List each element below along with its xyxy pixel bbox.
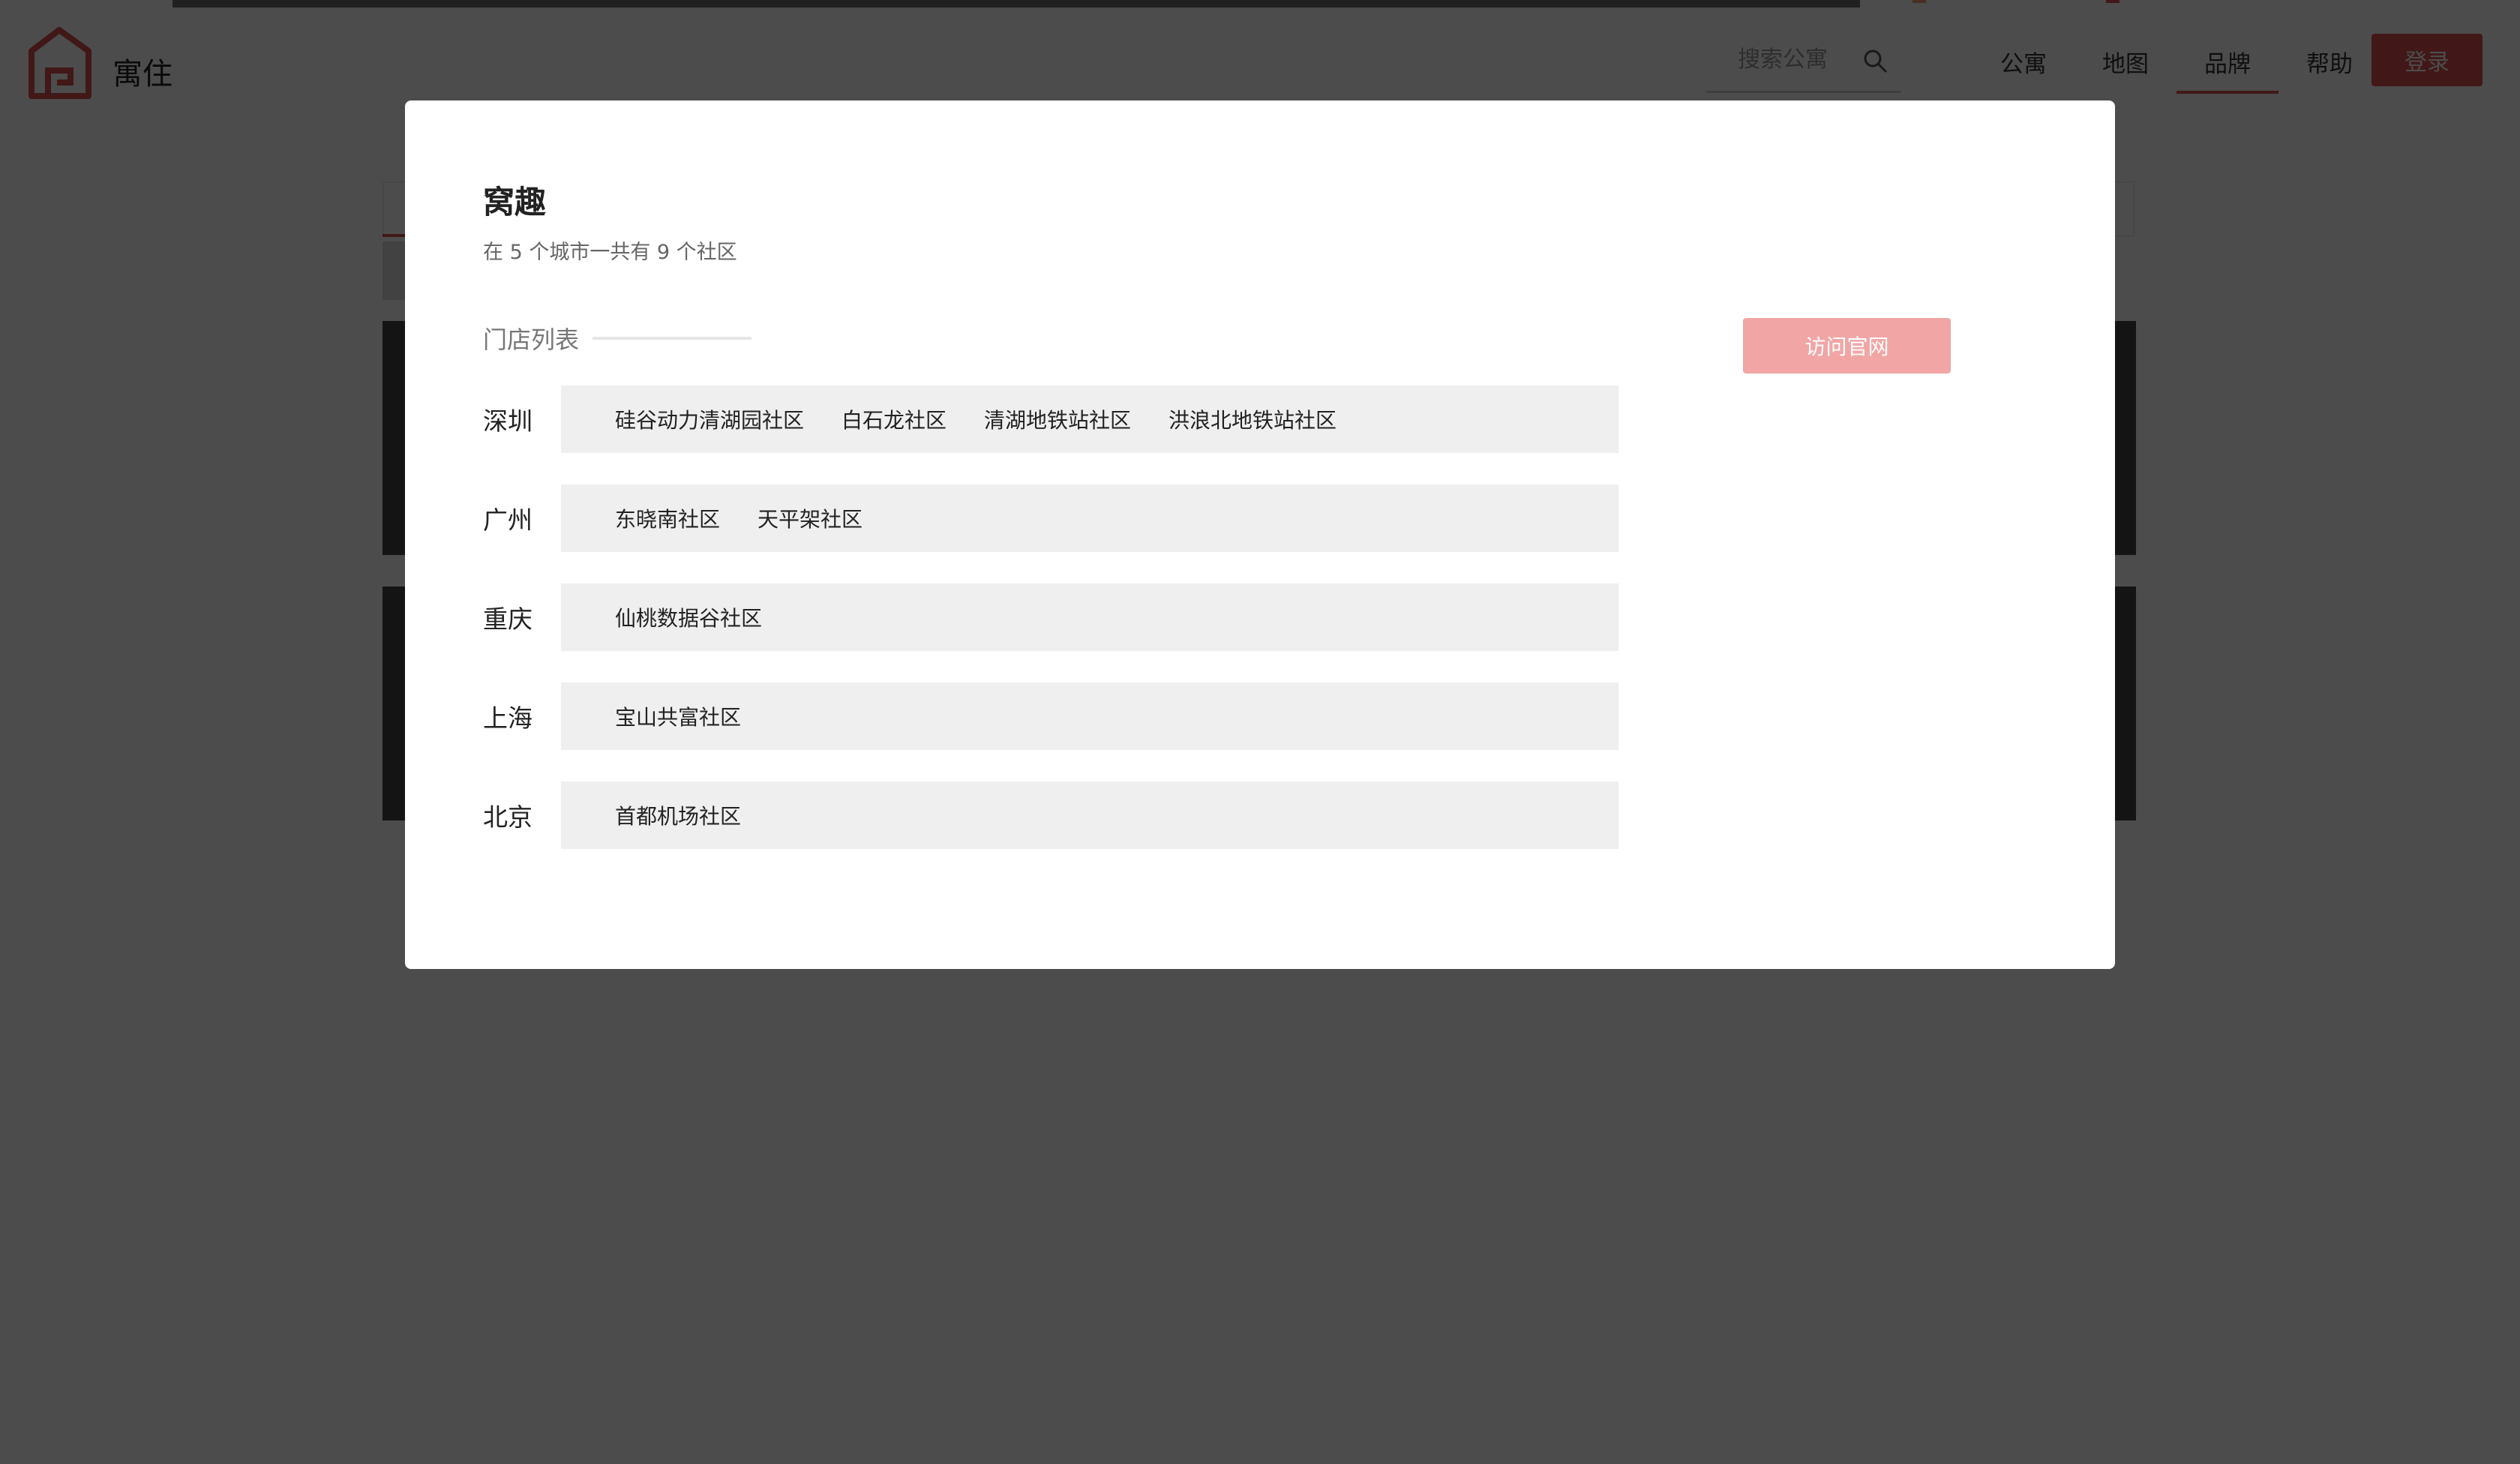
store-link[interactable]: 清湖地铁站社区 [984, 404, 1131, 434]
city-row: 广州 东晓南社区 天平架社区 [483, 484, 1618, 552]
store-link[interactable]: 洪浪北地铁站社区 [1168, 404, 1336, 434]
store-list-box: 东晓南社区 天平架社区 [561, 484, 1618, 552]
city-row: 深圳 硅谷动力清湖园社区 白石龙社区 清湖地铁站社区 洪浪北地铁站社区 [483, 386, 1618, 453]
store-list-box: 宝山共富社区 [561, 682, 1618, 750]
store-link[interactable]: 仙桃数据谷社区 [615, 602, 762, 632]
brand-title: 窝趣 [483, 184, 547, 220]
store-link[interactable]: 首都机场社区 [615, 800, 741, 830]
store-list-box: 硅谷动力清湖园社区 白石龙社区 清湖地铁站社区 洪浪北地铁站社区 [561, 386, 1618, 453]
city-row: 上海 宝山共富社区 [483, 682, 1618, 750]
city-row: 重庆 仙桃数据谷社区 [483, 584, 1618, 651]
section-divider [592, 337, 752, 340]
city-row: 北京 首都机场社区 [483, 782, 1618, 849]
visit-website-button[interactable]: 访问官网 [1743, 318, 1951, 374]
store-list-header: 门店列表 [483, 321, 752, 356]
brand-modal: 窝趣 在 5 个城市一共有 9 个社区 门店列表 访问官网 深圳 硅谷动力清湖园… [405, 100, 2115, 969]
city-list: 深圳 硅谷动力清湖园社区 白石龙社区 清湖地铁站社区 洪浪北地铁站社区 广州 东… [483, 386, 1618, 880]
store-link[interactable]: 天平架社区 [758, 503, 862, 533]
brand-summary: 在 5 个城市一共有 9 个社区 [483, 241, 737, 264]
store-link[interactable]: 硅谷动力清湖园社区 [615, 404, 804, 434]
store-link[interactable]: 白石龙社区 [842, 404, 946, 434]
city-name: 深圳 [483, 406, 532, 436]
store-list-title: 门店列表 [483, 326, 580, 354]
city-name: 上海 [483, 704, 532, 733]
store-link[interactable]: 宝山共富社区 [615, 701, 741, 731]
store-list-box: 仙桃数据谷社区 [561, 584, 1618, 651]
city-name: 重庆 [483, 604, 532, 634]
store-list-box: 首都机场社区 [561, 782, 1618, 849]
city-name: 广州 [483, 506, 532, 535]
city-name: 北京 [483, 802, 532, 832]
store-link[interactable]: 东晓南社区 [615, 503, 720, 533]
